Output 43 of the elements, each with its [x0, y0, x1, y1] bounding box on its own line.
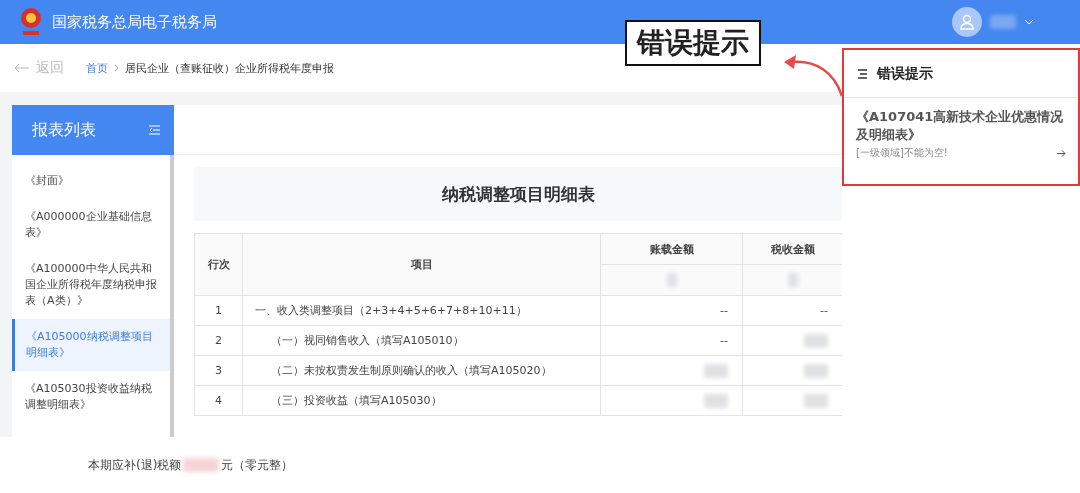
item-cell: （三）投资收益（填写A105030） — [242, 385, 601, 416]
list-icon — [858, 68, 869, 79]
redacted-value — [804, 333, 828, 348]
column-header: 行次 — [194, 233, 243, 296]
column-header: 税收金额 — [742, 233, 843, 265]
chevron-right-icon — [114, 64, 119, 72]
form-title: 纳税调整项目明细表 — [441, 182, 595, 206]
row-number: 4 — [194, 385, 243, 416]
error-form-link[interactable]: 《A107041高新技术企业优惠情况及明细表》 — [856, 108, 1066, 144]
redacted-amount — [183, 458, 220, 472]
tax-due-label: 本期应补(退)税额 — [88, 456, 182, 474]
error-message: [一级领域]不能为空! — [856, 146, 948, 160]
redacted-value — [704, 363, 728, 378]
user-avatar[interactable] — [952, 7, 982, 37]
item-cell: （二）未按权责发生制原则确认的收入（填写A105020） — [242, 355, 601, 386]
row-number: 1 — [194, 295, 243, 326]
amount-cell: -- — [600, 295, 743, 326]
row-number: 3 — [194, 355, 243, 386]
emblem-icon — [18, 6, 44, 38]
tax-due-unit: 元（零元整） — [221, 456, 294, 474]
row-number: 2 — [194, 325, 243, 356]
collapse-menu-icon[interactable] — [149, 125, 160, 135]
item-cell: 一、收入类调整项目（2+3+4+5+6+7+8+10+11） — [242, 295, 601, 326]
breadcrumb-current: 居民企业（查账征收）企业所得税年度申报 — [125, 60, 334, 76]
chevron-down-icon[interactable] — [1024, 19, 1034, 25]
item-cell: （一）视同销售收入（填写A105010） — [242, 325, 601, 356]
column-header: 账载金额 — [600, 233, 743, 265]
annotation-label: 错误提示 — [625, 20, 761, 66]
sidebar-title: 报表列表 — [32, 119, 96, 141]
redacted-value — [804, 363, 828, 378]
column-header: 项目 — [242, 233, 601, 296]
site-title: 国家税务总局电子税务局 — [52, 12, 217, 32]
redacted-value — [787, 273, 798, 287]
redacted-user-name — [990, 15, 1016, 29]
amount-cell: -- — [600, 325, 743, 356]
arrow-right-icon[interactable] — [1057, 149, 1066, 157]
arrow-left-icon — [14, 63, 30, 73]
panel-title: 错误提示 — [877, 64, 933, 83]
breadcrumb-link[interactable]: 首页 — [86, 60, 108, 76]
redacted-value — [666, 273, 677, 287]
redacted-value — [704, 393, 728, 408]
redacted-value — [804, 393, 828, 408]
sidebar-item[interactable]: 《A105000纳税调整项目明细表》 — [12, 319, 170, 371]
